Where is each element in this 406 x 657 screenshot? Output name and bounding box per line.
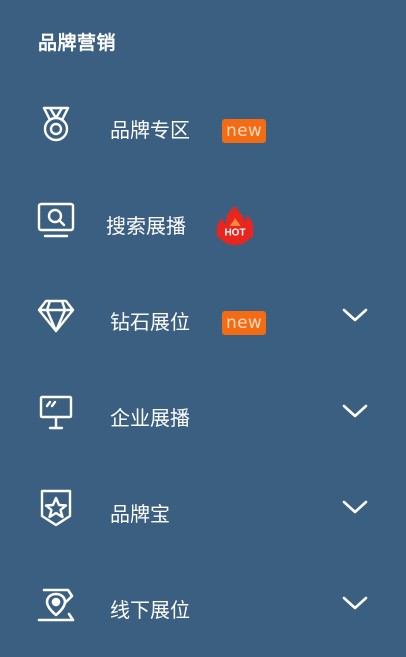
menu-item-label: 线下展位 [110,598,190,622]
chevron-down-icon[interactable] [340,588,370,618]
brand-marketing-menu: 品牌专区 new 搜索展播 钻石展位 new 企业展播 品牌宝 线下展位 [0,84,406,657]
chevron-down-icon[interactable] [340,492,370,522]
menu-item-enterprise-showcase[interactable]: 企业展播 [0,372,406,468]
menu-item-brand-treasure[interactable]: 品牌宝 [0,468,406,564]
diamond-icon [36,296,76,336]
search-monitor-icon [36,200,76,240]
menu-item-label: 品牌宝 [110,502,170,526]
new-badge: new [222,119,267,143]
menu-item-diamond-booth[interactable]: 钻石展位 new [0,276,406,372]
medal-icon [36,104,76,144]
menu-item-label: 搜索展播 [106,214,186,238]
new-badge: new [222,311,267,335]
chevron-down-icon[interactable] [340,300,370,330]
menu-item-label: 品牌专区 [110,118,190,142]
location-pin-icon [36,584,76,624]
menu-item-brand-zone[interactable]: 品牌专区 new [0,84,406,180]
menu-item-search-showcase[interactable]: 搜索展播 [0,180,406,276]
billboard-icon [36,392,76,432]
section-title: 品牌营销 [38,32,117,54]
menu-item-label: 钻石展位 [110,310,190,334]
star-shield-icon [36,488,76,528]
hot-badge: HOT [214,204,256,246]
menu-item-label: 企业展播 [110,406,190,430]
chevron-down-icon[interactable] [340,396,370,426]
hot-badge-text: HOT [224,228,245,239]
menu-item-offline-booth[interactable]: 线下展位 [0,564,406,657]
